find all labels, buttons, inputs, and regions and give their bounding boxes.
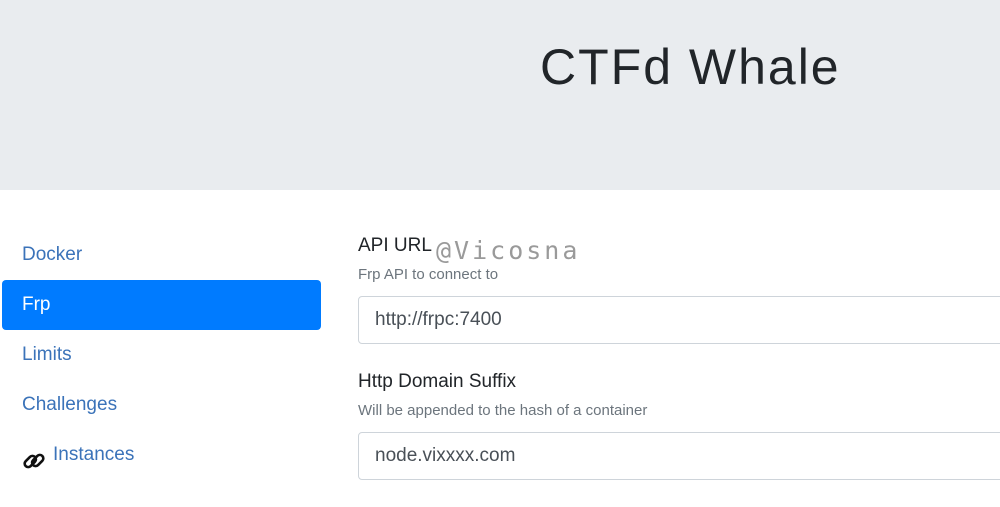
sidebar-item-limits[interactable]: Limits (2, 330, 321, 380)
sidebar-item-challenges[interactable]: Challenges (2, 380, 321, 430)
api-url-field-group: API URL Frp API to connect to (358, 230, 1000, 344)
sidebar-item-label: Challenges (22, 394, 118, 415)
sidebar-item-label: Frp (22, 294, 51, 315)
chain-link-icon (22, 443, 46, 469)
sidebar-item-docker[interactable]: Docker (2, 230, 321, 280)
sidebar-item-instances[interactable]: Instances (2, 430, 321, 480)
sidebar-item-label: Limits (22, 344, 72, 365)
settings-sidebar: Docker Frp Limits Challenges Instances (2, 230, 321, 480)
http-domain-suffix-field-group: Http Domain Suffix Will be appended to t… (358, 366, 1000, 480)
page-header: CTFd Whale (0, 0, 1000, 190)
http-domain-suffix-help: Will be appended to the hash of a contai… (358, 402, 648, 419)
page-title: CTFd Whale (540, 39, 841, 95)
sidebar-item-label: Docker (22, 244, 83, 265)
api-url-input[interactable] (358, 296, 1000, 344)
api-url-help: Frp API to connect to (358, 266, 499, 283)
http-domain-suffix-label: Http Domain Suffix (358, 371, 517, 392)
sidebar-item-frp[interactable]: Frp (2, 280, 321, 330)
http-domain-suffix-input[interactable] (358, 432, 1000, 480)
sidebar-item-label: Instances (53, 444, 135, 465)
frp-settings-form: API URL Frp API to connect to Http Domai… (358, 230, 1000, 480)
api-url-label: API URL (358, 235, 432, 256)
